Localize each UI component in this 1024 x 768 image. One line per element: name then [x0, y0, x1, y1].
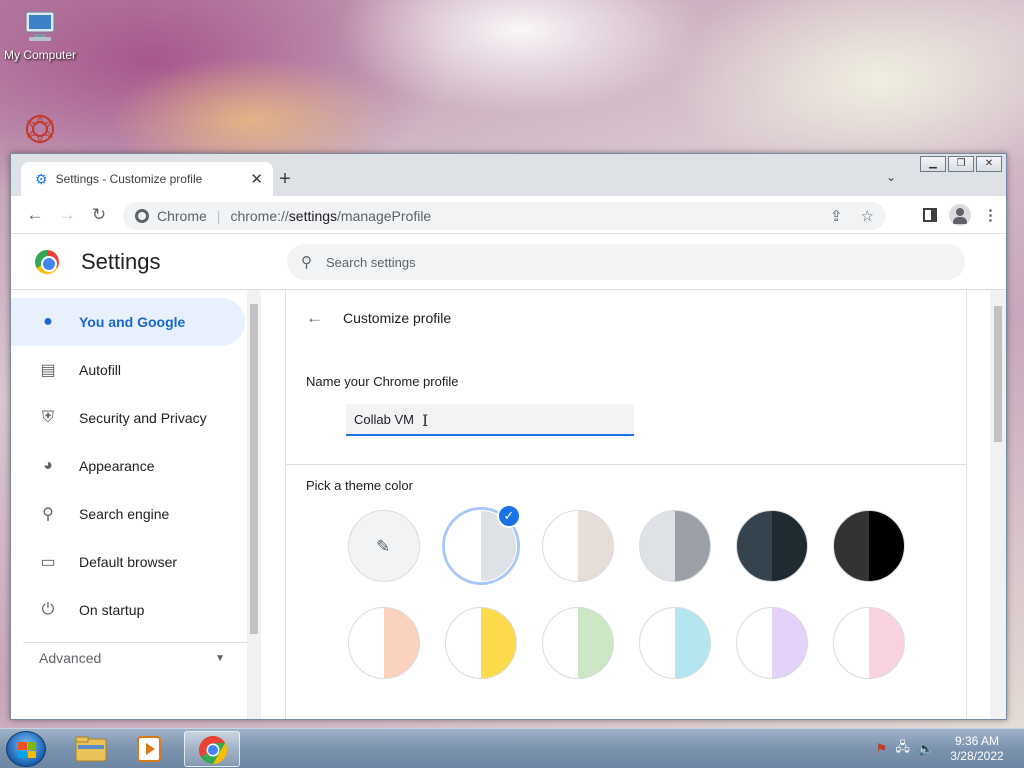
- section-divider: [286, 464, 966, 465]
- theme-color-swatch[interactable]: [542, 510, 614, 582]
- chrome-icon: [199, 736, 227, 764]
- theme-label: Pick a theme color: [306, 478, 413, 493]
- network-icon[interactable]: 🖧: [895, 738, 910, 760]
- clock-date: 3/28/2022: [950, 749, 1004, 763]
- clock[interactable]: 9:36 AM 3/28/2022: [942, 734, 1012, 764]
- theme-color-swatch[interactable]: [639, 510, 711, 582]
- omnibox-separator: |: [216, 208, 221, 224]
- clipboard-icon: ▤: [40, 362, 56, 379]
- clock-time: 9:36 AM: [954, 734, 1000, 748]
- tab-strip: ⚙ Settings - Customize profile ✕ + ⌄: [11, 154, 1006, 196]
- new-tab-button[interactable]: +: [273, 168, 297, 191]
- custom-color-swatch[interactable]: ✎: [348, 510, 420, 582]
- theme-color-swatch[interactable]: [445, 607, 517, 679]
- browser-toolbar: ← → ↻ Chrome | chrome://settings/manageP…: [11, 196, 1006, 234]
- search-input[interactable]: ⚲ Search settings: [287, 244, 965, 280]
- side-panel-icon[interactable]: [923, 208, 937, 222]
- flower-icon: [20, 112, 60, 146]
- start-button[interactable]: [6, 731, 46, 767]
- sidebar-item-you-and-google[interactable]: ● You and Google: [11, 298, 245, 346]
- desktop-icon-label: My Computer: [3, 48, 77, 62]
- volume-icon[interactable]: 🔈: [918, 741, 934, 757]
- sidebar-item-label: Appearance: [79, 458, 155, 474]
- gear-icon: ⚙: [35, 170, 48, 187]
- share-icon[interactable]: ⇪: [830, 207, 843, 225]
- chevron-down-icon: ▼: [215, 652, 225, 664]
- profile-avatar-icon[interactable]: [949, 204, 971, 226]
- sidebar-item-on-startup[interactable]: ⏻ On startup: [11, 586, 261, 634]
- profile-name-input[interactable]: Collab VM: [346, 404, 634, 436]
- sidebar-item-label: Search engine: [79, 506, 170, 522]
- computer-icon: [20, 10, 60, 44]
- tab-settings[interactable]: ⚙ Settings - Customize profile ✕: [21, 162, 273, 196]
- sidebar-item-label: On startup: [79, 602, 145, 618]
- browser-icon: ▭: [40, 554, 56, 571]
- card-header: ← Customize profile: [286, 290, 966, 346]
- eyedropper-icon: ✎: [376, 537, 391, 556]
- taskbar-chrome[interactable]: [184, 731, 240, 767]
- theme-color-swatch[interactable]: [736, 510, 808, 582]
- sidebar-item-appearance[interactable]: ◕ Appearance: [11, 442, 261, 490]
- forward-button[interactable]: →: [51, 205, 83, 225]
- settings-sidebar: ● You and Google ▤ Autofill ⛨ Security a…: [11, 290, 261, 719]
- taskbar: ⚑ 🖧 🔈 9:36 AM 3/28/2022: [0, 728, 1024, 768]
- taskbar-media-player[interactable]: [122, 731, 178, 767]
- sidebar-item-label: Autofill: [79, 362, 122, 378]
- sidebar-item-label: Advanced: [39, 650, 102, 666]
- site-label: Chrome: [157, 208, 207, 224]
- windows-logo-icon: [18, 742, 36, 758]
- settings-header: Settings ⚲ Search settings: [11, 234, 1006, 290]
- folder-icon: [75, 736, 107, 762]
- sidebar-divider: [23, 642, 247, 643]
- selected-check-icon: ✓: [497, 504, 521, 528]
- theme-color-swatch[interactable]: [736, 607, 808, 679]
- person-icon: ●: [43, 313, 53, 330]
- address-bar[interactable]: Chrome | chrome://settings/manageProfile…: [123, 202, 886, 230]
- tab-title: Settings - Customize profile: [55, 172, 203, 186]
- bookmark-star-icon[interactable]: ☆: [861, 207, 874, 225]
- search-icon: ⚲: [301, 254, 312, 271]
- system-tray: ⚑ 🖧 🔈 9:36 AM 3/28/2022: [876, 729, 1024, 768]
- url-text: chrome://settings/manageProfile: [230, 208, 432, 224]
- reload-button[interactable]: ↻: [83, 205, 115, 225]
- palette-icon: ◕: [43, 457, 53, 474]
- sidebar-item-search-engine[interactable]: ⚲ Search engine: [11, 490, 261, 538]
- taskbar-explorer[interactable]: [62, 731, 118, 767]
- back-arrow-icon[interactable]: ←: [306, 308, 323, 328]
- menu-kebab-icon[interactable]: ⋮: [983, 206, 998, 224]
- close-tab-icon[interactable]: ✕: [250, 170, 263, 188]
- text-cursor-icon: I: [422, 411, 429, 430]
- chrome-logo-icon: [35, 249, 59, 274]
- desktop-icon-my-computer[interactable]: My Computer: [0, 10, 80, 62]
- customize-profile-card: ← Customize profile Name your Chrome pro…: [285, 290, 967, 719]
- main-scrollbar[interactable]: [990, 290, 1006, 719]
- settings-page: Settings ⚲ Search settings ● You and Goo…: [11, 234, 1006, 719]
- sidebar-item-default-browser[interactable]: ▭ Default browser: [11, 538, 261, 586]
- chrome-window: ▁ ❐ ✕ ⚙ Settings - Customize profile ✕ +…: [10, 153, 1007, 720]
- sidebar-item-security-and-privacy[interactable]: ⛨ Security and Privacy: [11, 394, 261, 442]
- sidebar-scrollbar[interactable]: [247, 290, 261, 719]
- name-label: Name your Chrome profile: [306, 374, 459, 389]
- theme-color-swatch[interactable]: [833, 510, 905, 582]
- theme-color-swatch[interactable]: [639, 607, 711, 679]
- theme-color-swatch[interactable]: [542, 607, 614, 679]
- sidebar-item-autofill[interactable]: ▤ Autofill: [11, 346, 261, 394]
- sidebar-item-label: You and Google: [79, 314, 186, 330]
- theme-color-swatch[interactable]: [348, 607, 420, 679]
- chrome-site-icon: [135, 209, 149, 223]
- section-title: Customize profile: [343, 310, 452, 326]
- search-placeholder: Search settings: [326, 254, 416, 270]
- sidebar-item-label: Default browser: [79, 554, 178, 570]
- page-title: Settings: [81, 248, 161, 274]
- action-center-flag-icon[interactable]: ⚑: [876, 741, 888, 757]
- tab-search-chevron-icon[interactable]: ⌄: [886, 170, 896, 184]
- shield-icon: ⛨: [41, 409, 54, 426]
- back-button[interactable]: ←: [19, 205, 51, 225]
- media-player-icon: [137, 736, 161, 762]
- desktop-icon-shortcut[interactable]: [0, 112, 80, 150]
- sidebar-item-label: Security and Privacy: [79, 410, 207, 426]
- power-icon: ⏻: [41, 601, 55, 618]
- search-icon: ⚲: [42, 506, 54, 523]
- theme-color-swatch[interactable]: [833, 607, 905, 679]
